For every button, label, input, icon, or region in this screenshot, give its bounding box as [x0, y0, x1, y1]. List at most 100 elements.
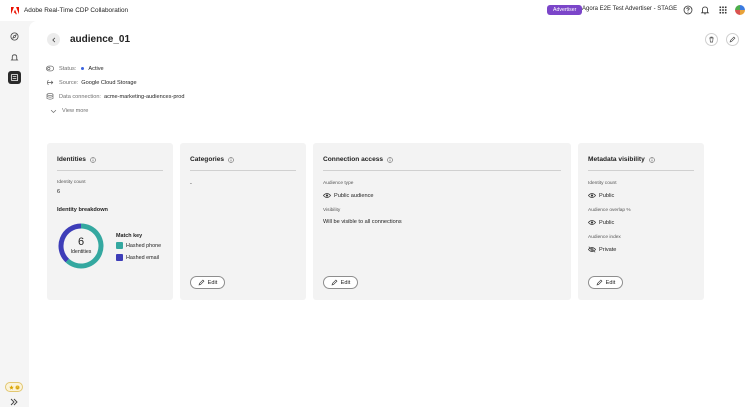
- identity-count-label: Identity count: [57, 180, 86, 185]
- donut-label: Identities: [70, 249, 92, 255]
- audience-index-visibility-value: Private: [588, 246, 616, 253]
- divider: [57, 170, 163, 171]
- chevron-left-icon: [51, 37, 55, 42]
- audience-overlap-visibility-label: Audience overlap %: [588, 208, 631, 213]
- pencil-icon: [331, 279, 338, 286]
- main-panel: audience_01 Status: Active Source: Googl…: [29, 21, 750, 407]
- metadata-visibility-card: Metadata visibility Identity count Publi…: [578, 143, 704, 300]
- legend-title: Match key: [116, 233, 143, 239]
- status-row: Status: Active: [46, 65, 104, 72]
- help-icon[interactable]: [683, 5, 693, 15]
- visibility-value: Will be visible to all connections: [323, 219, 402, 225]
- status-label: Status:: [59, 65, 77, 72]
- identities-card-title: Identities: [57, 156, 96, 163]
- role-badge: Advertiser: [547, 5, 583, 15]
- source-value: Google Cloud Storage: [81, 79, 137, 86]
- categories-card-title: Categories: [190, 156, 234, 163]
- connection-access-card-title: Connection access: [323, 156, 393, 163]
- eye-off-icon: [588, 246, 596, 253]
- view-more-label: View more: [62, 108, 89, 114]
- audience-index-visibility-label: Audience index: [588, 235, 621, 240]
- delete-button[interactable]: [705, 33, 718, 46]
- metadata-visibility-title-text: Metadata visibility: [588, 156, 645, 163]
- edit-audience-button[interactable]: [726, 33, 739, 46]
- discover-icon[interactable]: [8, 30, 21, 43]
- star-icon: [8, 384, 14, 390]
- pencil-icon: [198, 279, 205, 286]
- legend-item-hashed-phone: Hashed phone: [116, 242, 161, 249]
- account-switcher[interactable]: Agora E2E Test Advertiser - STAGE: [582, 6, 677, 12]
- adobe-logo-icon[interactable]: [11, 6, 19, 15]
- metadata-visibility-card-title: Metadata visibility: [588, 156, 655, 163]
- view-more-toggle[interactable]: View more: [50, 108, 88, 114]
- legend-swatch: [116, 242, 123, 249]
- visibility-text: Public: [599, 219, 615, 226]
- database-icon: [46, 93, 54, 100]
- edit-label: Edit: [340, 279, 351, 286]
- feedback-button[interactable]: [5, 382, 23, 392]
- visibility-label: Visibility: [323, 208, 341, 213]
- data-connection-row: Data connection: acme-marketing-audience…: [46, 93, 185, 100]
- audience-type-value: Public audience: [323, 192, 374, 199]
- page-title: audience_01: [70, 34, 131, 45]
- info-icon[interactable]: [649, 156, 655, 163]
- expand-rail-icon[interactable]: [9, 398, 19, 406]
- audience-type-text: Public audience: [334, 192, 374, 199]
- edit-label: Edit: [207, 279, 218, 286]
- status-dot: [81, 67, 85, 70]
- smile-icon: [14, 384, 20, 390]
- divider: [323, 170, 561, 171]
- info-icon[interactable]: [90, 156, 96, 163]
- donut-center: 6 Identities: [57, 222, 105, 270]
- audiences-icon[interactable]: [8, 71, 21, 84]
- data-connection-label: Data connection:: [59, 93, 101, 100]
- source-row: Source: Google Cloud Storage: [46, 79, 137, 86]
- audience-overlap-visibility-value: Public: [588, 219, 614, 226]
- divider: [588, 170, 694, 171]
- legend-item-hashed-email: Hashed email: [116, 254, 159, 261]
- identity-count-visibility-label: Identity count: [588, 181, 617, 186]
- eye-icon: [588, 220, 596, 225]
- source-label: Source:: [59, 79, 79, 86]
- eye-icon: [588, 193, 596, 198]
- app-title: Adobe Real-Time CDP Collaboration: [24, 7, 129, 14]
- connections-icon[interactable]: [8, 51, 21, 64]
- identity-breakdown-title: Identity breakdown: [57, 207, 108, 213]
- pencil-icon: [729, 36, 736, 43]
- bell-icon[interactable]: [700, 5, 710, 15]
- identities-title-text: Identities: [57, 156, 86, 163]
- donut-total: 6: [77, 236, 85, 248]
- status-value: Active: [88, 65, 104, 72]
- connection-access-card: Connection access Audience type Public a…: [313, 143, 571, 300]
- eye-icon: [323, 193, 331, 198]
- categories-card: Categories - Edit: [180, 143, 306, 300]
- identity-count-value: 6: [57, 189, 61, 195]
- apps-grid-icon[interactable]: [718, 5, 728, 15]
- divider: [190, 170, 296, 171]
- info-icon[interactable]: [228, 156, 234, 163]
- source-icon: [47, 79, 54, 86]
- categories-title-text: Categories: [190, 156, 225, 163]
- edit-label: Edit: [605, 279, 616, 286]
- back-button[interactable]: [47, 33, 60, 46]
- avatar[interactable]: [735, 5, 745, 15]
- audience-type-label: Audience type: [323, 181, 354, 186]
- identity-count-visibility-value: Public: [588, 192, 614, 199]
- categories-edit-button[interactable]: Edit: [190, 276, 225, 289]
- info-icon[interactable]: [387, 156, 393, 163]
- metadata-visibility-edit-button[interactable]: Edit: [588, 276, 623, 289]
- visibility-text: Private: [599, 246, 617, 253]
- data-connection-value: acme-marketing-audiences-prod: [103, 93, 185, 100]
- connection-access-title-text: Connection access: [323, 156, 384, 163]
- visibility-text: Public: [599, 192, 615, 199]
- connection-access-edit-button[interactable]: Edit: [323, 276, 358, 289]
- chevron-down-icon: [50, 109, 57, 113]
- top-bar: Adobe Real-Time CDP Collaboration Advert…: [0, 0, 750, 21]
- trash-icon: [709, 36, 714, 43]
- legend-label: Hashed phone: [126, 242, 162, 249]
- status-icon: [46, 65, 54, 72]
- legend-swatch: [116, 254, 123, 261]
- identities-card: Identities Identity count 6 Identity bre…: [47, 143, 173, 300]
- left-rail: [0, 21, 29, 407]
- legend-label: Hashed email: [126, 254, 159, 261]
